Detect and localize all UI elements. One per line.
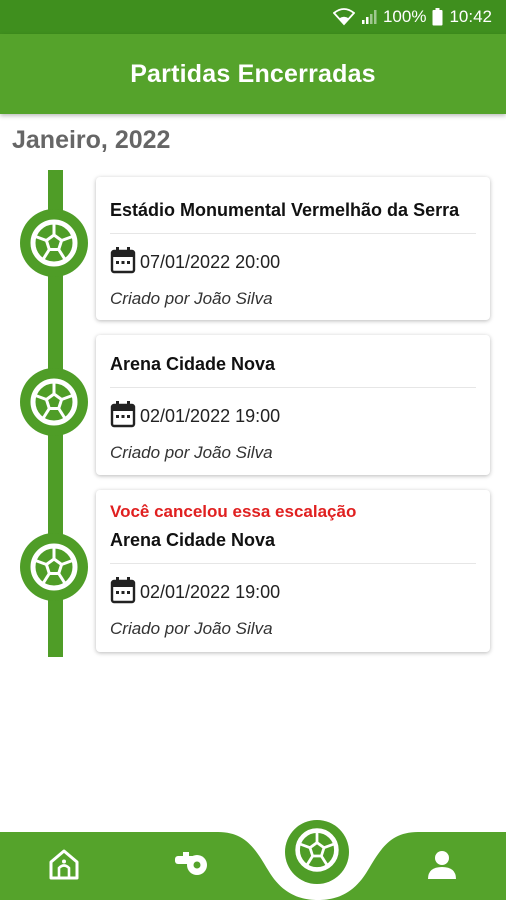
battery-icon [432, 8, 443, 26]
battery-level: 100% [382, 7, 427, 26]
bottom-navigation [0, 820, 506, 900]
timeline-node-soccer-ball-icon [20, 209, 88, 277]
match-venue: Arena Cidade Nova [110, 530, 276, 550]
nav-matches-button[interactable] [285, 820, 349, 884]
wifi-icon [332, 8, 355, 26]
match-creator: Criado por João Silva [110, 443, 273, 462]
app-bar: Partidas Encerradas [0, 34, 506, 114]
match-datetime: 02/01/2022 19:00 [140, 406, 281, 426]
nav-whistle-button[interactable] [170, 846, 214, 886]
match-datetime: 02/01/2022 19:00 [140, 582, 281, 602]
whistle-icon [173, 850, 211, 883]
month-header: Janeiro, 2022 [12, 126, 171, 154]
signal-icon [361, 9, 377, 25]
match-creator: Criado por João Silva [110, 619, 273, 638]
calendar-icon [110, 246, 136, 279]
soccer-ball-icon [293, 826, 341, 879]
timeline-node-soccer-ball-icon [20, 533, 88, 601]
nav-home-button[interactable] [44, 846, 84, 886]
match-card[interactable]: Você cancelou essa escalação Arena Cidad… [96, 490, 490, 652]
clock: 10:42 [449, 7, 492, 26]
card-divider [110, 387, 476, 388]
match-creator: Criado por João Silva [110, 289, 273, 308]
timeline-node-soccer-ball-icon [20, 368, 88, 436]
calendar-icon [110, 576, 136, 609]
nav-profile-button[interactable] [422, 846, 462, 886]
page-title: Partidas Encerradas [130, 59, 376, 88]
cancelled-status: Você cancelou essa escalação [110, 502, 357, 521]
card-divider [110, 563, 476, 564]
match-card[interactable]: Estádio Monumental Vermelhão da Serra 07… [96, 177, 490, 320]
profile-icon [426, 848, 458, 885]
match-venue: Estádio Monumental Vermelhão da Serra [110, 200, 460, 220]
match-venue: Arena Cidade Nova [110, 354, 276, 374]
match-datetime: 07/01/2022 20:00 [140, 252, 281, 272]
match-card[interactable]: Arena Cidade Nova 02/01/2022 19:00 Criad… [96, 335, 490, 475]
status-bar: 100% 10:42 [0, 0, 506, 34]
card-divider [110, 233, 476, 234]
calendar-icon [110, 400, 136, 433]
home-icon [47, 847, 81, 886]
